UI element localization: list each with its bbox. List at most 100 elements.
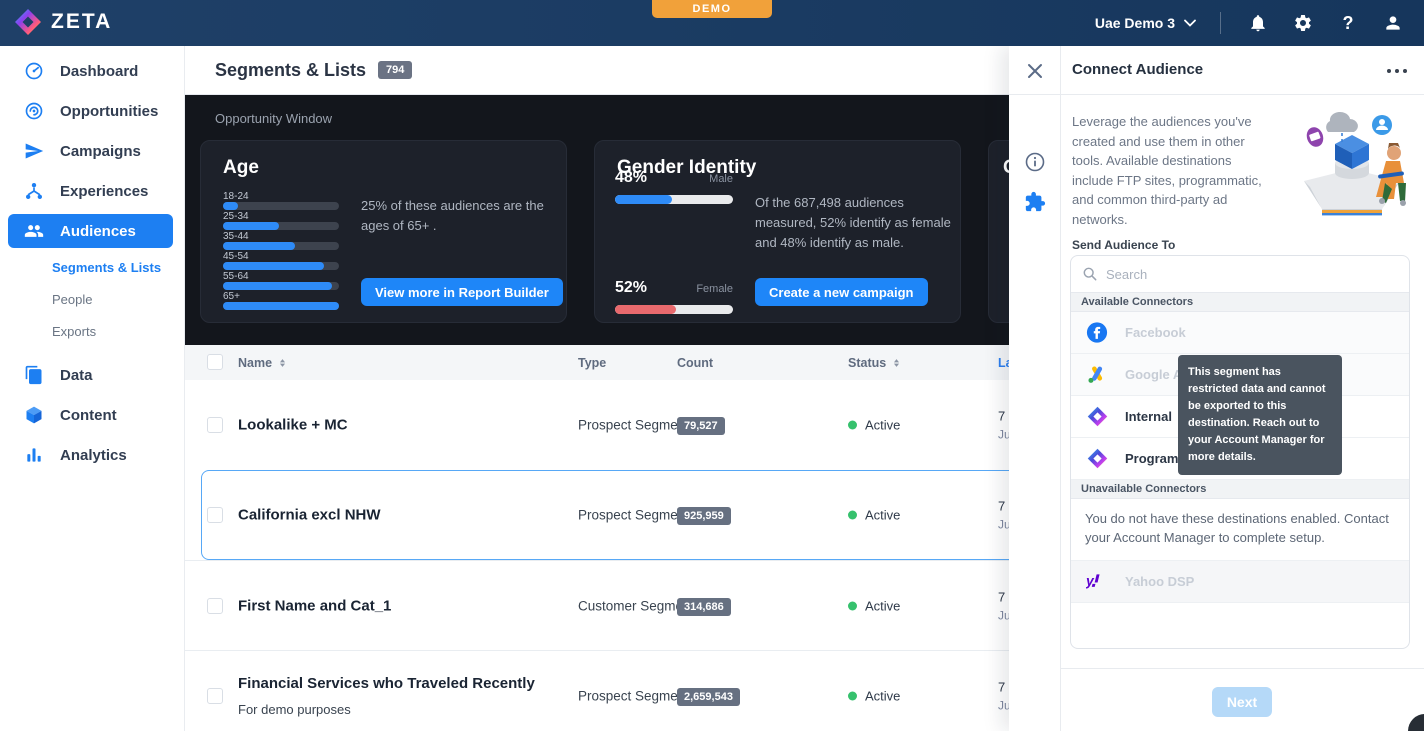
data-icon [24, 365, 44, 385]
page-title: Segments & Lists [215, 60, 366, 81]
content-icon [24, 405, 44, 425]
sidebar-item-audiences[interactable]: Audiences [8, 214, 173, 248]
row-checkbox[interactable] [207, 417, 223, 433]
panel-body: Leverage the audiences you've created an… [1060, 95, 1424, 731]
topbar-controls: Uae Demo 3 ? [1095, 0, 1424, 46]
info-icon[interactable] [1024, 151, 1046, 173]
panel-footer: Next [1060, 668, 1424, 731]
column-header-type: Type [578, 356, 606, 370]
gender-male-block: 48% Male [615, 169, 733, 204]
search-placeholder: Search [1106, 267, 1147, 282]
panel-title: Connect Audience [1072, 61, 1203, 78]
row-checkbox[interactable] [207, 598, 223, 614]
sidebar-item-data[interactable]: Data [0, 355, 184, 395]
connector-yahoo-dsp: y Yahoo DSP [1071, 561, 1409, 603]
search-input[interactable]: Search [1071, 256, 1409, 293]
audiences-icon [24, 221, 44, 241]
age-card-title: Age [223, 157, 259, 179]
segment-type: Prospect Segment [578, 418, 689, 433]
sidebar-item-analytics[interactable]: Analytics [0, 435, 184, 475]
screen: ZETA DEMO Uae Demo 3 ? [0, 0, 1424, 731]
segment-name: First Name and Cat_1 [238, 597, 391, 614]
sort-icon [892, 357, 901, 369]
create-campaign-button[interactable]: Create a new campaign [755, 278, 928, 306]
next-button[interactable]: Next [1212, 687, 1272, 717]
view-report-builder-button[interactable]: View more in Report Builder [361, 278, 563, 306]
gear-icon[interactable] [1292, 12, 1314, 34]
male-bar [615, 195, 672, 204]
sidebar-subitem-segments-lists[interactable]: Segments & Lists [0, 251, 184, 283]
demo-badge: DEMO [652, 0, 772, 18]
segment-count: 2,659,543 [677, 688, 740, 706]
search-icon [1083, 267, 1097, 281]
age-bar-65plus [223, 302, 339, 310]
male-label: Male [709, 173, 733, 187]
status-dot [848, 601, 857, 610]
zeta-diamond-icon [1086, 406, 1108, 428]
topbar-divider [1220, 12, 1221, 34]
segment-name: California excl NHW [238, 507, 381, 524]
restricted-data-tooltip: This segment has restricted data and can… [1178, 355, 1342, 475]
status-cell: Active [848, 598, 900, 613]
sidebar-item-experiences[interactable]: Experiences [0, 171, 184, 211]
user-icon[interactable] [1382, 12, 1404, 34]
close-icon[interactable] [1023, 59, 1047, 83]
facebook-icon [1086, 322, 1108, 344]
campaigns-icon [24, 141, 44, 161]
sidebar-subitem-exports[interactable]: Exports [0, 315, 184, 347]
sidebar-subitem-people[interactable]: People [0, 283, 184, 315]
age-bar-chart: 18-24 25-34 35-44 45-54 55-64 65+ [223, 191, 339, 311]
account-label: Uae Demo 3 [1095, 15, 1175, 31]
status-badge: Active [865, 688, 900, 703]
row-checkbox[interactable] [207, 688, 223, 704]
opportunity-window-label: Opportunity Window [215, 111, 332, 126]
status-dot [848, 691, 857, 700]
more-options-icon[interactable] [1386, 61, 1408, 79]
sidebar-item-opportunities[interactable]: Opportunities [0, 91, 184, 131]
sidebar-item-label: Audiences [60, 223, 136, 240]
female-bar [615, 305, 676, 314]
bell-icon[interactable] [1247, 12, 1269, 34]
row-checkbox[interactable] [207, 507, 223, 523]
age-bar-45-54 [223, 262, 324, 270]
analytics-icon [24, 445, 44, 465]
status-cell: Active [848, 508, 900, 523]
experiences-icon [24, 181, 44, 201]
brand-text: ZETA [51, 10, 112, 34]
account-dropdown[interactable]: Uae Demo 3 [1095, 15, 1196, 31]
zeta-brand[interactable]: ZETA [14, 8, 112, 36]
gender-card: Gender Identity 48% Male 52% Female [594, 140, 961, 323]
male-percentage: 48% [615, 169, 647, 187]
status-dot [848, 421, 857, 430]
zeta-logo-icon [14, 8, 42, 36]
segments-count-badge: 794 [378, 61, 412, 79]
google-ads-icon [1086, 364, 1108, 386]
age-card: Age 18-24 25-34 35-44 45-54 55-64 65+ 25… [200, 140, 567, 323]
segment-name: Lookalike + MC [238, 417, 348, 434]
connector-facebook: Facebook [1071, 312, 1409, 354]
connector-label: Facebook [1125, 325, 1186, 340]
puzzle-icon[interactable] [1024, 191, 1046, 213]
age-bar-55-64 [223, 282, 332, 290]
status-dot [848, 511, 857, 520]
sidebar-item-label: Campaigns [60, 143, 141, 160]
segment-count: 925,959 [677, 507, 731, 525]
connect-audience-illustration [1282, 107, 1422, 235]
age-bar-25-34 [223, 222, 279, 230]
top-navbar: ZETA DEMO Uae Demo 3 ? [0, 0, 1424, 46]
help-icon[interactable]: ? [1337, 12, 1359, 34]
sidebar-item-label: Experiences [60, 183, 148, 200]
panel-description: Leverage the audiences you've created an… [1072, 112, 1274, 229]
sidebar-item-campaigns[interactable]: Campaigns [0, 131, 184, 171]
segment-type: Prospect Segment [578, 688, 689, 703]
segment-type: Prospect Segment [578, 508, 689, 523]
sidebar-item-content[interactable]: Content [0, 395, 184, 435]
column-header-name[interactable]: Name [238, 356, 287, 370]
select-all-checkbox[interactable] [207, 354, 223, 370]
column-header-status[interactable]: Status [848, 356, 901, 370]
status-cell: Active [848, 688, 900, 703]
sidebar-item-dashboard[interactable]: Dashboard [0, 51, 184, 91]
female-percentage: 52% [615, 279, 647, 297]
chevron-down-icon [1184, 19, 1196, 27]
sidebar-item-label: Dashboard [60, 63, 138, 80]
